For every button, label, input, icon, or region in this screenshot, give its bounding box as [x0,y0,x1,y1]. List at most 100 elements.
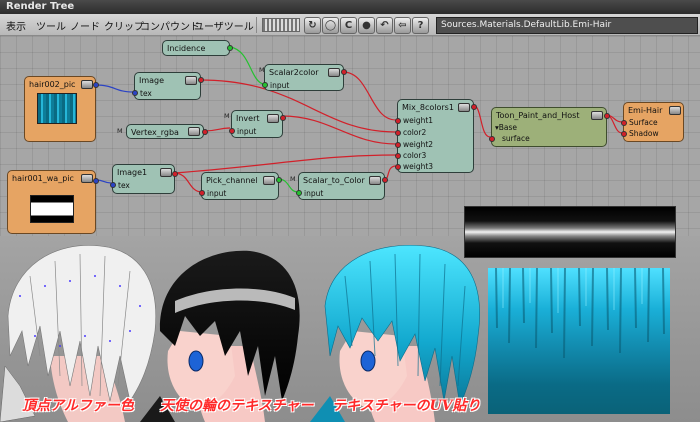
node-preview-icon[interactable] [263,176,275,185]
node-title: Pick_channel [206,176,258,185]
node-preview-icon[interactable] [328,68,340,77]
port-label: weight2 [403,140,434,149]
node-mix-8colors[interactable]: Mix_8colors1 weight1 color2 weight2 colo… [395,99,477,173]
caption-vertex-alpha: 頂点アルファー色 [22,398,134,414]
refresh-button[interactable]: ↻ [304,17,321,34]
undo-icon: ↶ [380,20,389,31]
undo-button[interactable]: ↶ [376,17,393,34]
node-image[interactable]: Image tex [132,72,204,100]
node-incidence[interactable]: Incidence [162,40,233,56]
port-label: Base [498,123,518,132]
window-title: Render Tree [0,0,700,14]
port-label: input [304,189,324,198]
input-port-color2[interactable] [395,130,401,136]
halo-texture-preview [464,206,676,258]
port-label: input [207,189,227,198]
m-label: M [117,127,123,135]
node-title: hair002_pic [29,80,76,89]
refresh-icon: ↻ [308,20,317,31]
node-title: Image [139,76,165,85]
node-preview-icon[interactable] [188,127,200,136]
node-scalar-to-color[interactable]: Scalar_to_Color input [296,172,388,200]
input-port-weight1[interactable] [395,118,401,124]
output-port[interactable] [202,129,208,135]
port-label: weight1 [403,116,434,125]
input-port[interactable] [229,128,235,134]
menu-user-tools[interactable]: ユーザツール [194,18,254,33]
input-port-shadow[interactable] [621,131,627,137]
input-port-color3[interactable] [395,153,401,159]
back-button[interactable]: ⇦ [394,17,411,34]
material-path-field[interactable]: Sources.Materials.DefaultLib.Emi-Hair [436,17,698,34]
node-title: Invert [236,114,260,123]
menu-compound[interactable]: コンパウンド [140,18,200,33]
node-hair002-pic[interactable]: hair002_pic [24,76,99,142]
menu-tools[interactable]: ツール [36,18,66,33]
node-title: Vertex_rgba [131,128,179,137]
output-port[interactable] [172,171,178,177]
input-port-surface[interactable] [621,120,627,126]
port-label: input [270,81,290,90]
node-image1[interactable]: Image1 tex [110,164,178,194]
output-port[interactable] [276,177,282,183]
circle-button[interactable]: ◯ [322,17,339,34]
node-scalar2color[interactable]: Scalar2color input [262,64,347,91]
port-label: weight3 [403,162,434,171]
node-preview-icon[interactable] [591,111,603,120]
node-preview-icon[interactable] [185,76,197,85]
caption-uv-mapping: テキスチャーのUV貼り [332,398,481,414]
c-button[interactable]: C [340,17,357,34]
menu-bar: 表示 ツール ノード クリップ コンパウンド ユーザツール ↻ ◯ C ● ↶ … [0,14,700,36]
input-port[interactable] [296,190,302,196]
output-port[interactable] [227,45,233,51]
menu-view[interactable]: 表示 [6,18,26,33]
node-title: Scalar_to_Color [303,176,365,185]
node-preview-icon[interactable] [369,176,381,185]
node-vertex-rgba[interactable]: Vertex_rgba [126,124,208,139]
node-preview-icon[interactable] [458,103,470,112]
base-group[interactable]: ▾Base [495,123,517,132]
output-port[interactable] [471,104,477,110]
node-invert[interactable]: Invert input [229,110,286,138]
port-label: Surface [629,118,658,127]
m-label: M [224,112,230,120]
sphere-button[interactable]: ● [358,17,375,34]
node-preview-icon[interactable] [81,80,93,89]
node-title: Emi-Hair [628,106,663,115]
output-port[interactable] [382,177,388,183]
menu-clips[interactable]: クリップ [104,18,144,33]
node-hair001-wa-pic[interactable]: hair001_wa_pic [7,170,99,234]
output-port[interactable] [280,115,286,121]
node-title: Image1 [117,168,148,177]
node-preview-icon[interactable] [669,106,681,115]
input-port-weight3[interactable] [395,164,401,170]
port-label: tex [140,89,152,98]
node-preview-icon[interactable] [267,114,279,123]
port-label: color2 [403,128,427,137]
node-title: Incidence [167,44,206,53]
node-title: Scalar2color [269,68,319,77]
input-port[interactable] [262,82,268,88]
output-port[interactable] [198,77,204,83]
input-port[interactable] [110,182,116,188]
help-button[interactable]: ? [412,17,429,34]
input-port[interactable] [132,90,138,96]
node-emi-hair-material[interactable]: Emi-Hair Surface Shadow [621,102,684,142]
output-port[interactable] [93,82,99,88]
texture-thumbnail [30,195,74,223]
output-port[interactable] [93,178,99,184]
node-preview-icon[interactable] [81,174,93,183]
node-title: Mix_8colors1 [402,103,454,112]
input-port-surface[interactable] [489,136,495,142]
toolbar-grip[interactable] [262,18,300,32]
output-port[interactable] [341,69,347,75]
menu-nodes[interactable]: ノード [70,18,100,33]
input-port-weight2[interactable] [395,142,401,148]
node-preview-icon[interactable] [160,168,172,177]
input-port[interactable] [199,190,205,196]
output-port[interactable] [604,113,610,119]
help-icon: ? [417,20,424,31]
node-toon-paint-host[interactable]: Toon_Paint_and_Host ▾Base surface [489,107,610,147]
back-arrow-icon: ⇦ [398,20,407,31]
node-pick-channel[interactable]: Pick_channel input [199,172,282,200]
